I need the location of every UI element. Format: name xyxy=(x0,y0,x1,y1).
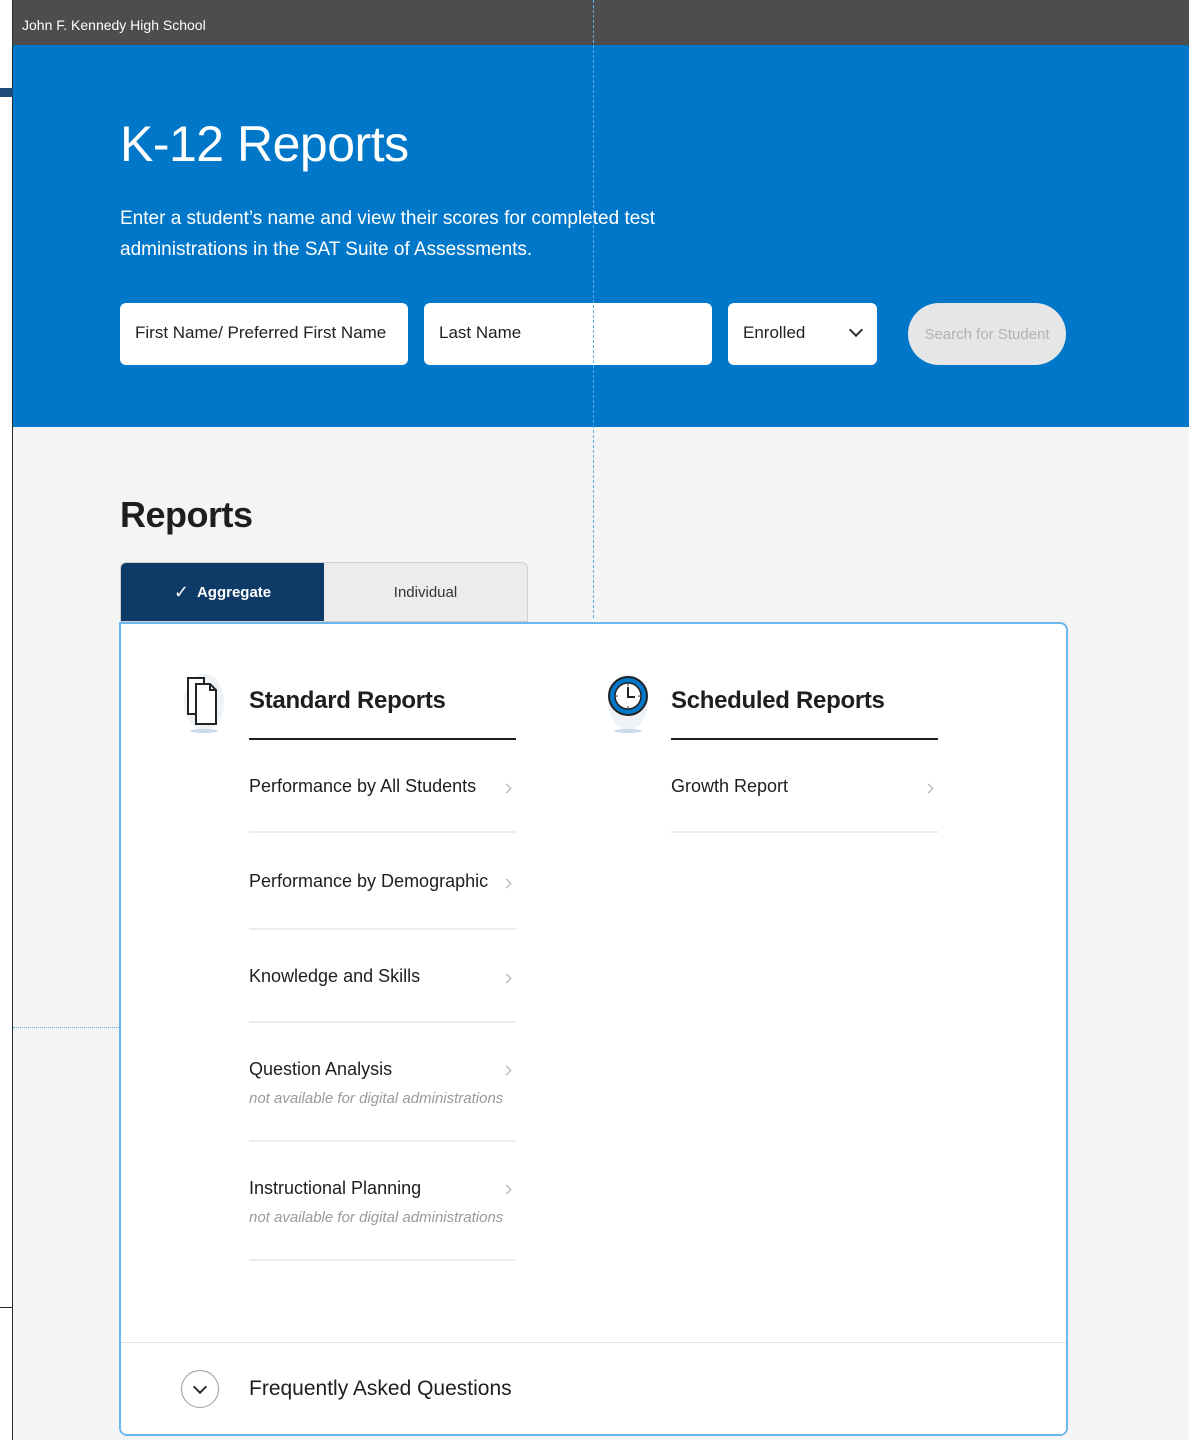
availability-note: not available for digital administration… xyxy=(249,1209,504,1226)
tab-aggregate-label: Aggregate xyxy=(196,583,272,601)
reports-heading: Reports xyxy=(120,494,253,535)
left-frame-edge xyxy=(0,0,13,1440)
tab-aggregate[interactable]: ✓ Aggregate xyxy=(121,563,324,621)
hero-description: Enter a student’s name and view their sc… xyxy=(120,208,656,260)
documents-icon xyxy=(180,668,228,738)
scheduled-reports-heading: Scheduled Reports xyxy=(671,624,938,740)
enrollment-status-value: Enrolled xyxy=(743,323,806,342)
report-link-label: Knowledge and Skills xyxy=(249,966,421,986)
last-name-input[interactable]: Last Name xyxy=(424,303,712,365)
frame-notch xyxy=(0,88,13,97)
search-button-label: Search for Student xyxy=(924,325,1050,343)
expand-circle-icon[interactable] xyxy=(181,1370,219,1408)
tab-individual-label: Individual xyxy=(393,583,458,601)
report-link-label: Growth Report xyxy=(671,776,789,796)
last-name-placeholder: Last Name xyxy=(439,323,522,342)
tab-individual[interactable]: Individual xyxy=(324,563,527,621)
report-link-label: Performance by All Students xyxy=(249,776,477,796)
frame-divider xyxy=(0,1307,13,1308)
chevron-down-icon xyxy=(848,322,864,338)
school-name: John F. Kennedy High School xyxy=(22,17,206,33)
report-link-performance-all[interactable]: Performance by All Students xyxy=(249,740,516,833)
page-title: K-12 Reports xyxy=(120,116,409,172)
faq-label: Frequently Asked Questions xyxy=(249,1377,512,1400)
report-type-tabs: ✓ Aggregate Individual xyxy=(120,562,528,622)
first-name-placeholder: First Name/ Preferred First Name xyxy=(135,323,387,342)
first-name-input[interactable]: First Name/ Preferred First Name xyxy=(120,303,408,365)
chevron-down-icon xyxy=(192,1379,208,1395)
standard-reports-column: Standard Reports Performance by All Stud… xyxy=(249,624,516,1261)
scheduled-reports-column: Scheduled Reports Growth Report xyxy=(671,624,938,833)
report-link-growth[interactable]: Growth Report xyxy=(671,740,938,833)
report-link-performance-demographic[interactable]: Performance by Demographic xyxy=(249,833,516,930)
report-link-label: Instructional Planning xyxy=(249,1178,422,1198)
report-link-label: Performance by Demographic xyxy=(249,871,489,891)
standard-reports-heading: Standard Reports xyxy=(249,624,516,740)
report-link-instructional-planning[interactable]: Instructional Planning not available for… xyxy=(249,1142,516,1261)
report-link-question-analysis[interactable]: Question Analysis not available for digi… xyxy=(249,1023,516,1142)
clock-icon xyxy=(604,668,652,738)
availability-note: not available for digital administration… xyxy=(249,1090,504,1107)
checkmark-icon: ✓ xyxy=(173,581,189,602)
layout-guide-vertical xyxy=(593,0,594,618)
reports-card: Standard Reports Performance by All Stud… xyxy=(119,622,1068,1436)
report-link-label: Question Analysis xyxy=(249,1059,393,1079)
hero-banner: K-12 Reports Enter a student’s name and … xyxy=(13,45,1189,427)
faq-toggle[interactable]: Frequently Asked Questions xyxy=(121,1342,1066,1434)
layout-guide-horizontal xyxy=(13,1027,119,1028)
enrollment-status-select[interactable]: Enrolled xyxy=(728,303,877,365)
report-link-knowledge-skills[interactable]: Knowledge and Skills xyxy=(249,930,516,1023)
top-bar: John F. Kennedy High School xyxy=(13,0,1189,45)
search-student-button[interactable]: Search for Student xyxy=(908,303,1066,365)
